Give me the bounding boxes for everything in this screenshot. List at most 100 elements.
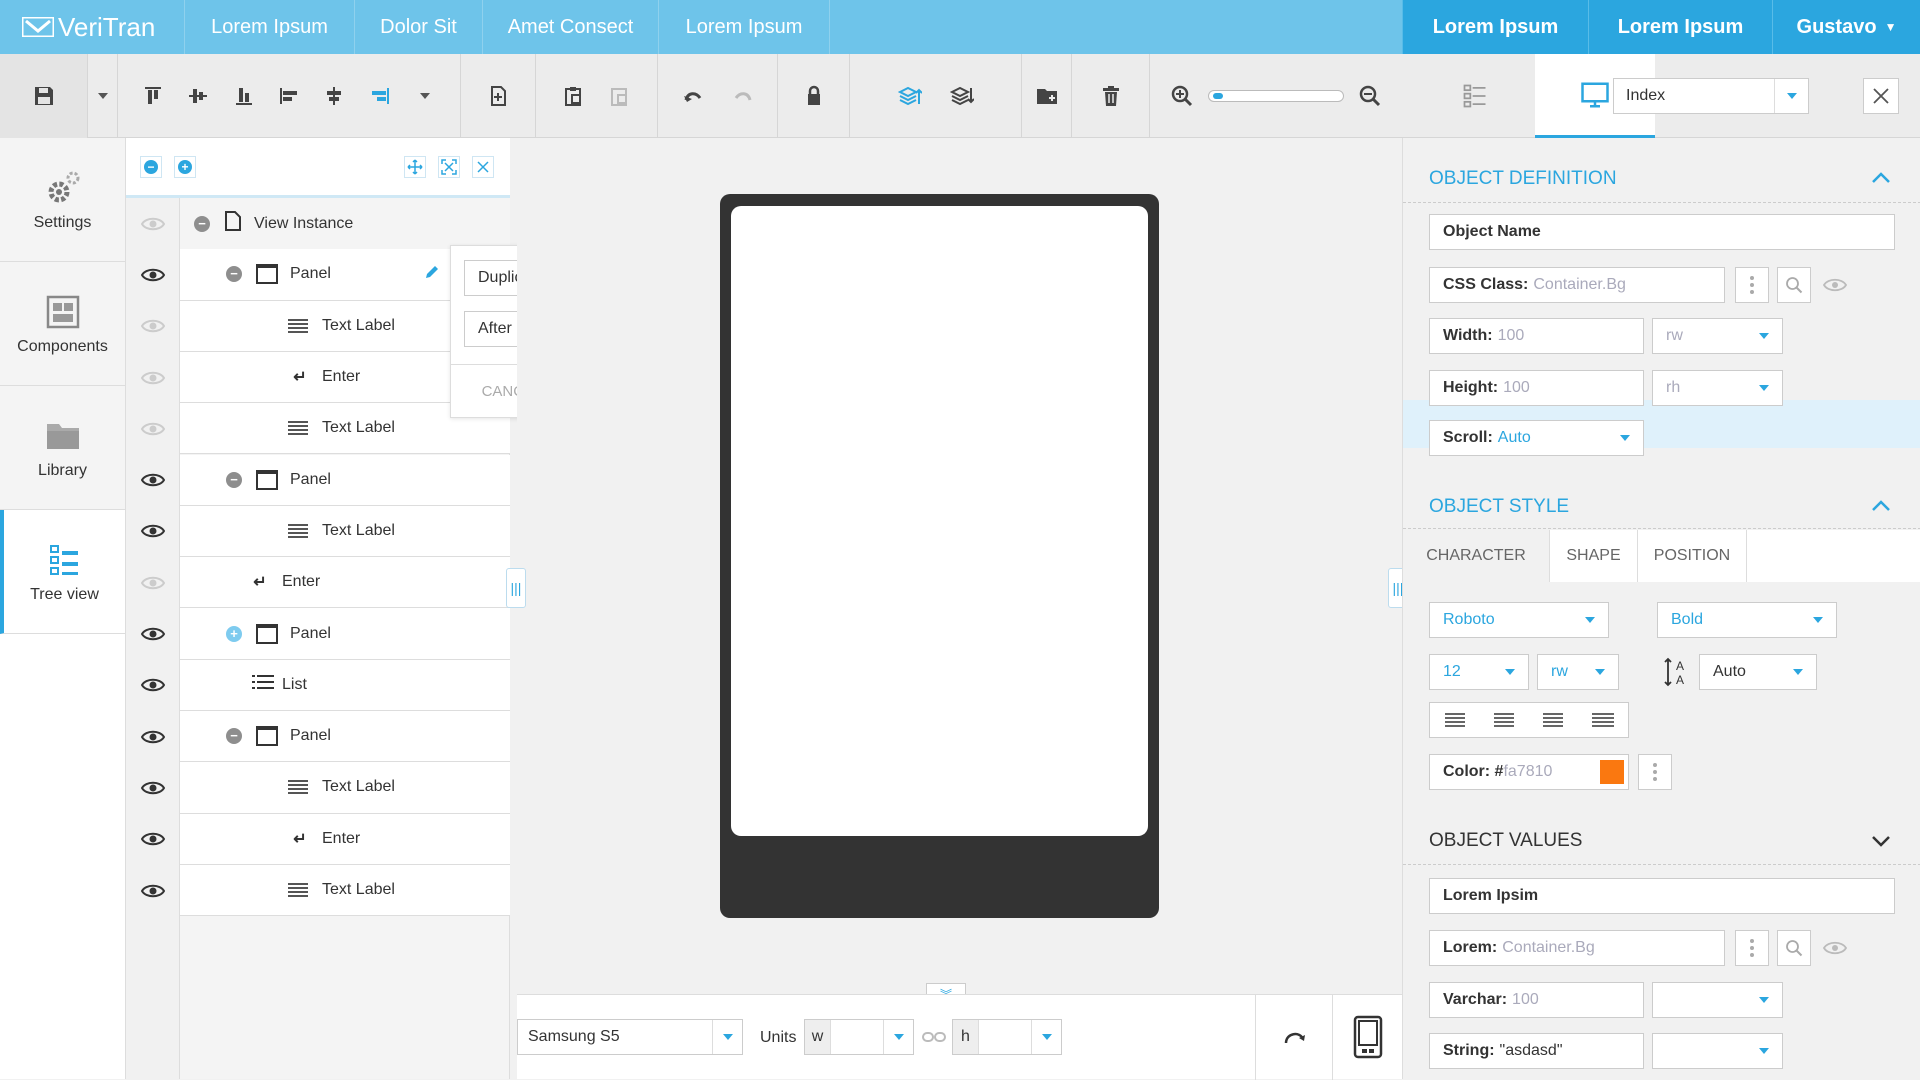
- collapse-icon[interactable]: −: [226, 266, 242, 283]
- nav-right-tab-1[interactable]: Lorem Ipsum: [1402, 0, 1588, 54]
- close-button[interactable]: [1863, 78, 1899, 114]
- link-icon[interactable]: [922, 1030, 946, 1044]
- eye-icon[interactable]: [126, 557, 180, 608]
- height-unit-select[interactable]: rh: [1652, 370, 1783, 406]
- eye-icon[interactable]: [126, 814, 180, 865]
- eye-icon[interactable]: [126, 352, 180, 403]
- color-field[interactable]: Color: # fa7810: [1429, 754, 1629, 790]
- move-button[interactable]: [404, 156, 426, 178]
- undo-button[interactable]: [675, 78, 711, 114]
- paste-special-button[interactable]: [602, 78, 638, 114]
- chevron-down-icon[interactable]: [1869, 829, 1893, 853]
- logo[interactable]: VeriTran: [0, 0, 184, 54]
- device-screen[interactable]: [731, 206, 1148, 836]
- varchar-select[interactable]: [1652, 982, 1783, 1018]
- sidebar-item-settings[interactable]: Settings: [0, 138, 125, 262]
- pencil-icon[interactable]: [424, 264, 440, 285]
- varchar-field[interactable]: Varchar: 100: [1429, 982, 1644, 1018]
- lorem-search-button[interactable]: [1777, 930, 1811, 966]
- string-select[interactable]: [1652, 1033, 1783, 1069]
- height-unit-select[interactable]: h: [952, 1019, 1062, 1055]
- expand-icon[interactable]: +: [226, 625, 242, 642]
- nav-right-tab-2[interactable]: Lorem Ipsum: [1588, 0, 1772, 54]
- align-center-button[interactable]: [316, 78, 352, 114]
- align-left-icon[interactable]: [1444, 713, 1465, 727]
- height-field[interactable]: Height: 100: [1429, 370, 1644, 406]
- device-select[interactable]: Samsung S5: [517, 1019, 743, 1055]
- collapse-icon[interactable]: −: [226, 728, 242, 745]
- eye-icon[interactable]: [126, 198, 180, 249]
- sidebar-item-components[interactable]: Components: [0, 262, 125, 386]
- align-right-icon[interactable]: [1542, 713, 1563, 727]
- eye-icon[interactable]: [126, 660, 180, 711]
- lorem-field[interactable]: Lorem: Container.Bg: [1429, 930, 1725, 966]
- font-weight-select[interactable]: Bold: [1657, 602, 1837, 638]
- width-unit-select[interactable]: w: [804, 1019, 914, 1055]
- eye-icon[interactable]: [126, 711, 180, 762]
- nav-tab-1[interactable]: Lorem Ipsum: [184, 0, 354, 54]
- string-field[interactable]: String: "asdasd": [1429, 1033, 1644, 1069]
- sidebar-item-library[interactable]: Library: [0, 386, 125, 510]
- eye-icon[interactable]: [1823, 277, 1847, 293]
- align-left-button[interactable]: [271, 78, 307, 114]
- add-folder-button[interactable]: [1029, 78, 1065, 114]
- structure-view-button[interactable]: [1415, 54, 1535, 138]
- eye-icon[interactable]: [126, 506, 180, 557]
- nav-tab-3[interactable]: Amet Consect: [482, 0, 658, 54]
- align-more-dropdown[interactable]: [407, 78, 443, 114]
- object-value-name-field[interactable]: Lorem Ipsim: [1429, 878, 1895, 914]
- expand-all-button[interactable]: +: [174, 156, 196, 178]
- tree-row[interactable]: List: [180, 659, 510, 711]
- width-field[interactable]: Width: 100: [1429, 318, 1644, 354]
- tree-row[interactable]: − Panel: [180, 454, 510, 506]
- delete-button[interactable]: [1093, 78, 1129, 114]
- rotate-icon[interactable]: [1282, 1025, 1308, 1049]
- nav-tab-4[interactable]: Lorem Ipsum: [658, 0, 830, 54]
- tab-shape[interactable]: SHAPE: [1549, 530, 1638, 582]
- eye-icon[interactable]: [126, 301, 180, 352]
- line-height-select[interactable]: Auto: [1699, 654, 1817, 690]
- align-center-icon[interactable]: [1493, 713, 1514, 727]
- css-class-search-button[interactable]: [1777, 267, 1811, 303]
- zoom-out-button[interactable]: [1352, 78, 1388, 114]
- align-right-button[interactable]: [362, 78, 398, 114]
- zoom-slider[interactable]: [1208, 90, 1344, 102]
- font-size-select[interactable]: 12: [1429, 654, 1529, 690]
- close-tree-button[interactable]: [472, 156, 494, 178]
- tree-row[interactable]: − View Instance: [180, 198, 510, 250]
- eye-icon[interactable]: [126, 249, 180, 300]
- zoom-in-button[interactable]: [1164, 78, 1200, 114]
- tree-row[interactable]: Text Label: [180, 505, 510, 558]
- align-middle-button[interactable]: [180, 78, 216, 114]
- eye-icon[interactable]: [126, 865, 180, 916]
- collapse-all-button[interactable]: −: [140, 156, 162, 178]
- eye-icon[interactable]: [126, 455, 180, 506]
- width-unit-select[interactable]: rw: [1652, 318, 1783, 354]
- new-object-button[interactable]: [480, 78, 516, 114]
- scroll-select[interactable]: Scroll: Auto: [1429, 420, 1644, 456]
- object-name-field[interactable]: Object Name: [1429, 214, 1895, 250]
- eye-icon[interactable]: [126, 762, 180, 813]
- page-select[interactable]: Index: [1613, 78, 1809, 114]
- align-bottom-button[interactable]: [226, 78, 262, 114]
- tree-row[interactable]: Text Label: [180, 762, 510, 814]
- save-dropdown[interactable]: [88, 54, 118, 138]
- save-button[interactable]: [26, 78, 62, 114]
- send-backward-button[interactable]: [944, 78, 980, 114]
- align-justify-icon[interactable]: [1591, 713, 1614, 727]
- user-menu[interactable]: Gustavo ▼: [1772, 0, 1920, 54]
- chevron-up-icon[interactable]: [1869, 166, 1893, 190]
- nav-tab-2[interactable]: Dolor Sit: [354, 0, 482, 54]
- font-family-select[interactable]: Roboto: [1429, 602, 1609, 638]
- mobile-device-icon[interactable]: [1353, 1015, 1383, 1059]
- tree-row[interactable]: ↵ Enter: [180, 813, 510, 865]
- css-class-field[interactable]: CSS Class: Container.Bg: [1429, 267, 1725, 303]
- bring-forward-button[interactable]: [892, 78, 928, 114]
- collapse-icon[interactable]: −: [226, 471, 242, 488]
- eye-icon[interactable]: [1823, 940, 1847, 956]
- align-top-button[interactable]: [135, 78, 171, 114]
- css-class-options-button[interactable]: [1735, 267, 1769, 303]
- collapse-icon[interactable]: −: [194, 215, 210, 232]
- color-options-button[interactable]: [1638, 754, 1672, 790]
- paste-button[interactable]: [556, 78, 592, 114]
